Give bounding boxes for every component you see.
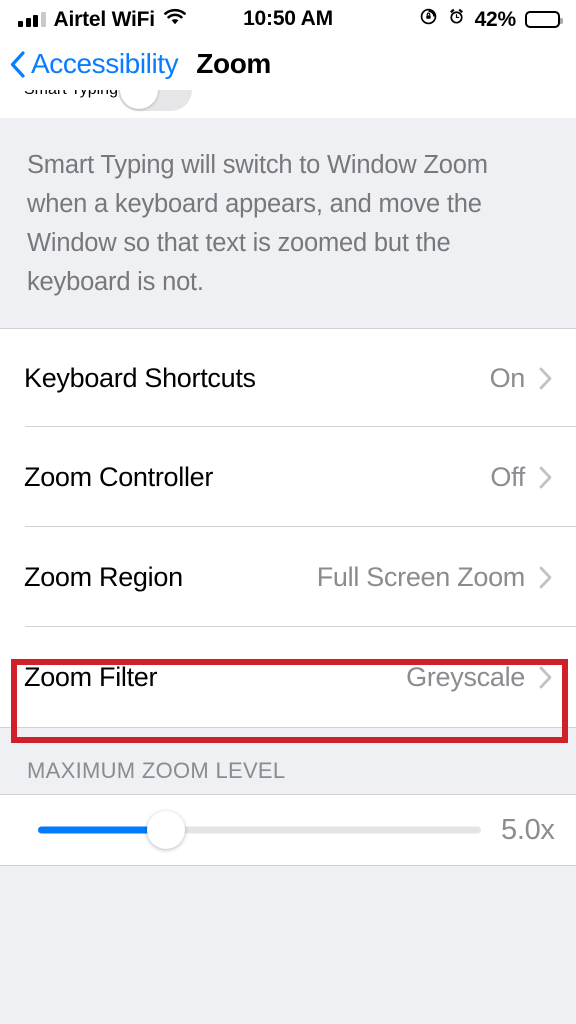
row-zoom-filter[interactable]: Zoom Filter Greyscale	[0, 627, 576, 727]
row-zoom-controller[interactable]: Zoom Controller Off	[0, 427, 576, 527]
row-label: Zoom Controller	[24, 461, 214, 492]
chevron-right-icon	[539, 566, 552, 589]
iphone-screen: Airtel WiFi 10:50 AM 42% Accessibility Z…	[0, 0, 576, 1024]
alarm-clock-icon	[447, 7, 466, 31]
status-bar-right: 42%	[419, 0, 563, 38]
settings-list[interactable]: Smart Typing Smart Typing will switch to…	[0, 90, 576, 1024]
page-title: Zoom	[196, 48, 271, 79]
smart-typing-row[interactable]: Smart Typing	[0, 90, 576, 118]
back-button-label: Accessibility	[31, 48, 179, 79]
row-value: On	[489, 362, 526, 393]
row-keyboard-shortcuts[interactable]: Keyboard Shortcuts On	[0, 329, 576, 427]
zoom-options-group: Keyboard Shortcuts On Zoom Controller Of…	[0, 328, 576, 728]
smart-typing-toggle[interactable]	[117, 90, 192, 111]
clock-label: 10:50 AM	[243, 7, 333, 30]
chevron-right-icon	[539, 466, 552, 489]
rotation-lock-icon	[419, 7, 438, 31]
chevron-right-icon	[539, 367, 552, 390]
row-label: Keyboard Shortcuts	[24, 362, 256, 393]
row-label: Zoom Filter	[24, 661, 158, 692]
zoom-level-value: 5.0x	[501, 813, 555, 846]
row-value: Full Screen Zoom	[316, 561, 526, 592]
slider-thumb[interactable]	[147, 811, 186, 849]
battery-icon	[525, 10, 563, 28]
row-label: Zoom Region	[24, 561, 183, 592]
chevron-left-icon	[10, 50, 25, 78]
chevron-right-icon	[539, 666, 552, 689]
footer-note-text: Smart Typing will switch to Window Zoom …	[27, 151, 488, 296]
smart-typing-footer-note: Smart Typing will switch to Window Zoom …	[0, 118, 576, 328]
back-button[interactable]: Accessibility	[10, 48, 179, 80]
zoom-level-slider[interactable]	[38, 810, 481, 850]
maximum-zoom-level-row[interactable]: 5.0x	[0, 794, 576, 866]
battery-percent-label: 42%	[474, 7, 517, 31]
smart-typing-label: Smart Typing	[24, 90, 118, 99]
row-value: Off	[490, 461, 525, 492]
maximum-zoom-level-header: MAXIMUM ZOOM LEVEL	[0, 728, 576, 794]
status-bar: Airtel WiFi 10:50 AM 42%	[0, 0, 576, 38]
row-zoom-region[interactable]: Zoom Region Full Screen Zoom	[0, 527, 576, 627]
navigation-bar: Accessibility Zoom	[0, 38, 576, 90]
row-value: Greyscale	[406, 661, 525, 692]
section-header-label: MAXIMUM ZOOM LEVEL	[27, 758, 286, 783]
